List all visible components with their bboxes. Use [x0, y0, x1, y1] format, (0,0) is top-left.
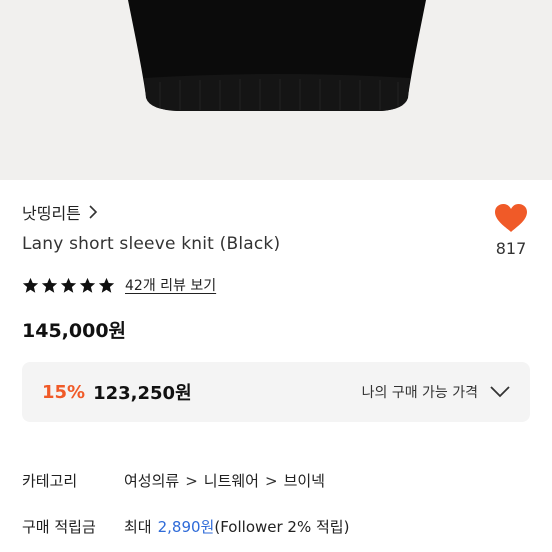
like-button[interactable]: 817 — [488, 203, 534, 258]
chevron-right-icon: > — [185, 471, 198, 490]
chevron-down-icon — [490, 386, 510, 398]
heart-icon — [495, 204, 527, 232]
points-label: 구매 적립금 — [22, 518, 96, 536]
black-knit-photo — [0, 0, 552, 180]
category-label: 카테고리 — [22, 472, 78, 490]
discount-percent: 15% — [42, 381, 86, 403]
discount-price: 123,250원 — [93, 383, 192, 404]
star-icon — [22, 277, 39, 293]
original-price: 145,000원 — [22, 320, 127, 342]
category-link-3[interactable]: 브이넥 — [284, 470, 325, 491]
my-price-dropdown[interactable]: 15% 123,250원 나의 구매 가능 가격 — [22, 362, 530, 422]
rating-stars — [22, 277, 115, 294]
category-breadcrumb: 여성의류 > 니트웨어 > 브이넥 — [124, 470, 325, 491]
star-icon — [79, 277, 96, 293]
points-suffix: (Follower 2% 적립) — [214, 518, 350, 536]
star-icon — [98, 277, 115, 293]
points-amount: 2,890원 — [157, 518, 215, 536]
like-count: 817 — [495, 239, 527, 258]
rating-row: 42개 리뷰 보기 — [22, 275, 216, 295]
star-icon — [60, 277, 77, 293]
reviews-link[interactable]: 42개 리뷰 보기 — [125, 275, 216, 295]
chevron-right-icon: > — [264, 471, 278, 490]
product-image — [0, 0, 552, 180]
star-icon — [41, 277, 58, 293]
points-prefix: 최대 — [124, 518, 152, 536]
my-price-label: 나의 구매 가능 가격 — [361, 385, 478, 401]
brand-name: 낫띵리튼 — [22, 204, 81, 223]
category-link-2[interactable]: 니트웨어 — [204, 470, 259, 491]
brand-link[interactable]: 낫띵리튼 — [22, 200, 99, 224]
points-info: 최대 2,890원 (Follower 2% 적립) — [124, 516, 349, 537]
category-link-1[interactable]: 여성의류 — [124, 470, 179, 491]
product-title: Lany short sleeve knit (Black) — [22, 234, 281, 254]
chevron-right-icon — [89, 205, 98, 219]
